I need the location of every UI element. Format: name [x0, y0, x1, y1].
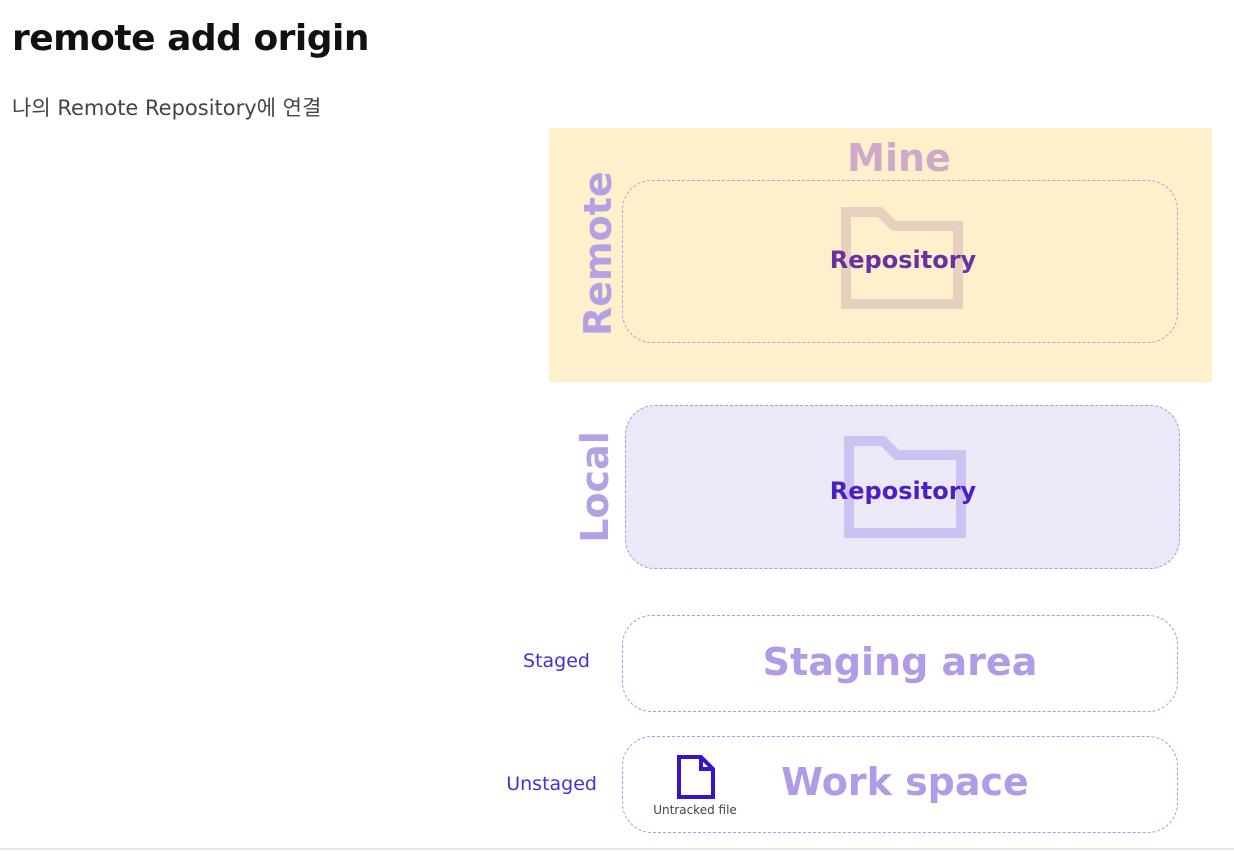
page-title: remote add origin: [12, 18, 370, 59]
page-subtitle: 나의 Remote Repository에 연결: [12, 96, 322, 120]
local-label: Local: [573, 431, 617, 543]
staging-area-label: Staging area: [762, 640, 1038, 684]
untracked-file-label: Untracked file: [653, 803, 737, 817]
work-space-label: Work space: [781, 760, 1029, 804]
bottom-divider: [0, 848, 1234, 850]
remote-label: Remote: [576, 171, 620, 336]
remote-repository-label: Repository: [829, 246, 977, 274]
local-repository-label: Repository: [829, 477, 977, 505]
mine-label: Mine: [847, 136, 951, 180]
unstaged-label: Unstaged: [506, 773, 597, 795]
slide: remote add origin 나의 Remote Repository에 …: [0, 0, 1234, 858]
staged-label: Staged: [523, 650, 590, 672]
